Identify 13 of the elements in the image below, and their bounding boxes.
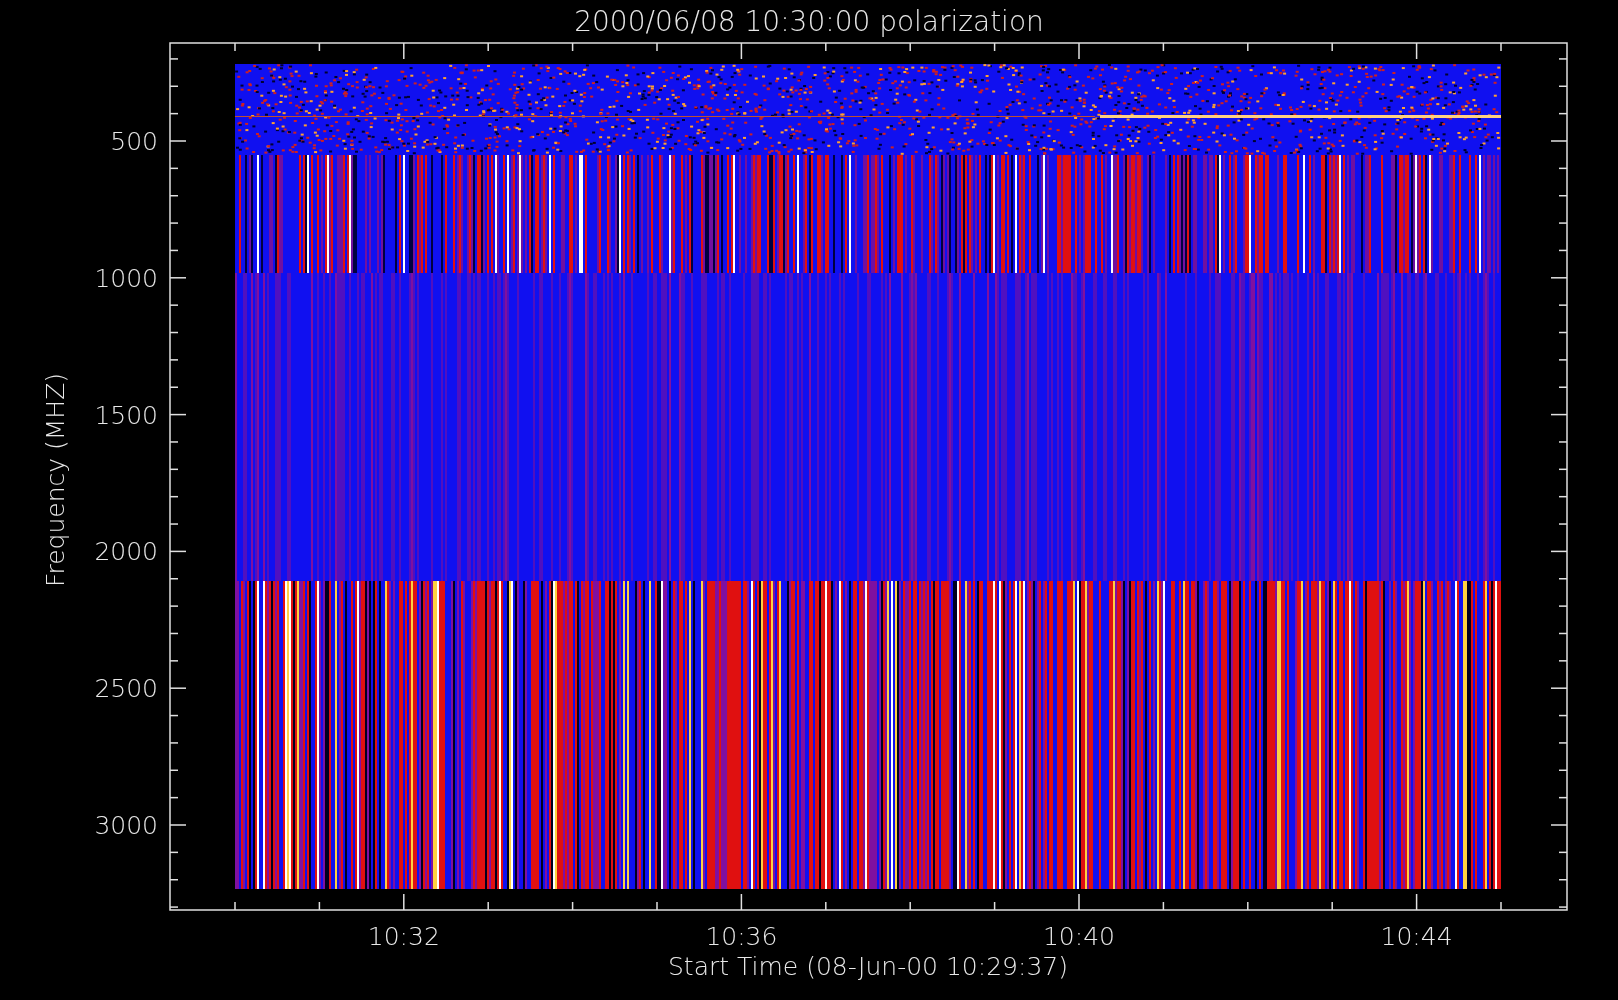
- y-tick-label: 2500: [94, 674, 158, 704]
- x-tick-label: 10:36: [705, 922, 778, 951]
- chart-title: 2000/06/08 10:30:00 polarization: [574, 5, 1044, 38]
- y-tick-label: 2000: [94, 537, 158, 567]
- x-tick-label: 10:44: [1380, 922, 1453, 951]
- y-tick-label: 3000: [94, 811, 158, 840]
- y-tick-label: 500: [110, 127, 158, 156]
- x-tick-label: 10:32: [367, 922, 440, 951]
- x-axis-title: Start Time (08-Jun-00 10:29:37): [668, 952, 1068, 981]
- x-tick-label: 10:40: [1043, 922, 1115, 951]
- y-axis-title: Frequency (MHZ): [41, 372, 70, 588]
- y-tick-label: 1500: [94, 400, 158, 430]
- y-tick-label: 1000: [94, 263, 158, 293]
